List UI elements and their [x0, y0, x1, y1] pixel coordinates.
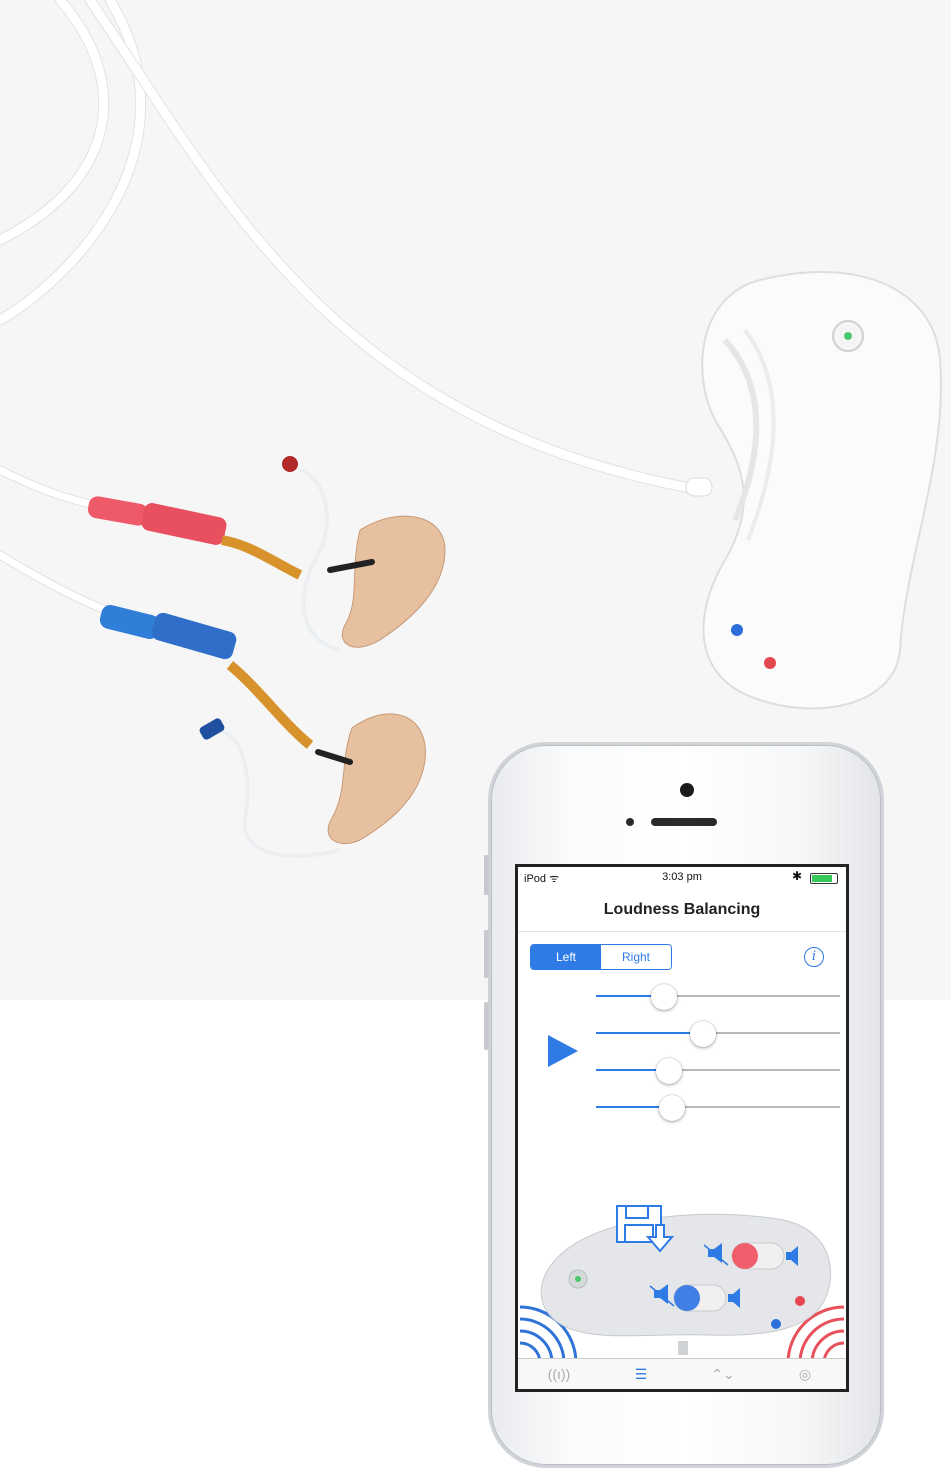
- device-blue-led: [771, 1319, 781, 1329]
- sliders-icon: ☰: [634, 1365, 648, 1382]
- proximity-sensor: [626, 818, 634, 826]
- page-title: Loudness Balancing: [603, 901, 761, 918]
- battery-level: [812, 875, 833, 882]
- slider-fill: [596, 1032, 704, 1034]
- loudness-slider-2[interactable]: [596, 1021, 840, 1047]
- product-photo-scene: iPod ᯤ 3:03 pm ✱ Loudness Balancing Left…: [0, 0, 951, 1468]
- loudness-slider-4[interactable]: [596, 1095, 840, 1121]
- segment-left[interactable]: Left: [531, 945, 601, 969]
- battery-icon: [810, 873, 838, 884]
- front-camera: [680, 783, 694, 797]
- red-channel-switch-knob[interactable]: [732, 1243, 758, 1269]
- ear-side-segmented-control: Left Right: [530, 944, 672, 970]
- volume-up-button: [484, 930, 489, 978]
- lifebuoy-icon: ◎: [798, 1365, 812, 1382]
- loudness-slider-1[interactable]: [596, 984, 840, 1010]
- mute-switch: [484, 855, 489, 895]
- status-bar: iPod ᯤ 3:03 pm ✱: [518, 867, 846, 887]
- slider-thumb[interactable]: [690, 1021, 717, 1047]
- earpiece-speaker: [651, 818, 717, 826]
- device-red-led: [795, 1296, 805, 1306]
- loudness-slider-3[interactable]: [596, 1058, 840, 1084]
- info-icon[interactable]: i: [804, 947, 824, 967]
- app-screen: iPod ᯤ 3:03 pm ✱ Loudness Balancing Left…: [515, 864, 849, 1392]
- play-icon[interactable]: [548, 1035, 578, 1067]
- antenna-icon: ((ı)): [547, 1366, 571, 1382]
- tab-lifebuoy[interactable]: ◎: [785, 1361, 825, 1387]
- chevrons-icon: ⌃⌄: [711, 1365, 735, 1382]
- tab-bar: ((ı)) ☰ ⌃⌄ ◎: [518, 1358, 846, 1389]
- volume-down-button: [484, 1002, 489, 1050]
- slider-thumb[interactable]: [651, 984, 678, 1010]
- slider-thumb[interactable]: [656, 1058, 683, 1084]
- device-cable-port: [678, 1341, 688, 1355]
- navigation-bar: Loudness Balancing: [518, 887, 846, 932]
- tab-chevrons[interactable]: ⌃⌄: [703, 1361, 743, 1387]
- slider-thumb[interactable]: [658, 1095, 685, 1121]
- segment-right[interactable]: Right: [601, 945, 671, 969]
- tab-antenna[interactable]: ((ı)): [539, 1361, 579, 1387]
- save-to-device-icon[interactable]: [616, 1205, 686, 1255]
- blue-channel-switch-knob[interactable]: [674, 1285, 700, 1311]
- bluetooth-icon: ✱: [791, 869, 802, 883]
- tab-sliders[interactable]: ☰: [621, 1361, 661, 1387]
